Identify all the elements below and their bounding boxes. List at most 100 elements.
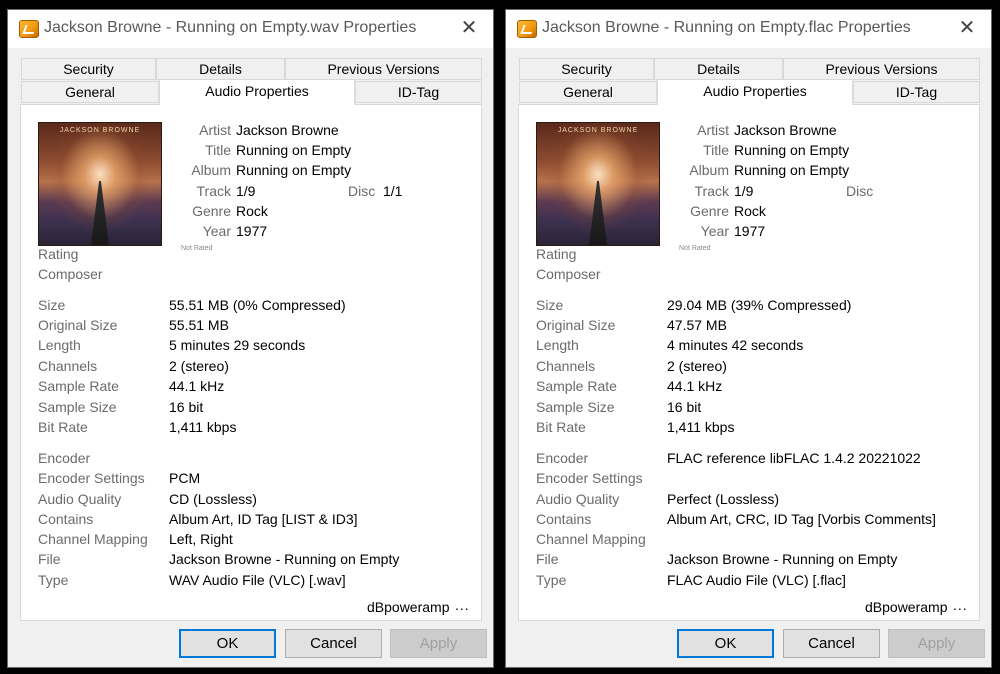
album-art-caption: JACKSON BROWNE — [59, 127, 141, 134]
window-title: Jackson Browne - Running on Empty.wav Pr… — [44, 19, 417, 36]
title-value: Running on Empty — [734, 142, 850, 158]
album-value: Running on Empty — [734, 162, 850, 178]
encoding-value: WAV Audio File (VLC) [.wav] — [169, 572, 346, 588]
tab-details[interactable]: Details — [654, 58, 783, 80]
rating-stars-not-rated[interactable]: Not Rated — [679, 245, 711, 252]
prop-label: Size — [38, 297, 66, 313]
encoding-value: PCM — [169, 470, 201, 486]
prop-label: Length — [38, 337, 81, 353]
encoding-label: Contains — [536, 511, 592, 527]
album-art-caption: JACKSON BROWNE — [557, 127, 639, 134]
composer-label: Composer — [38, 266, 103, 282]
title-label: Title — [205, 142, 231, 158]
tab-details[interactable]: Details — [156, 58, 285, 80]
prop-label: Channels — [536, 358, 596, 374]
prop-label: Sample Rate — [38, 378, 119, 394]
more-options-button[interactable]: ... — [953, 597, 968, 613]
album-label: Album — [689, 162, 729, 178]
cancel-button[interactable]: Cancel — [783, 629, 880, 658]
encoding-value: Jackson Browne - Running on Empty — [667, 551, 898, 567]
close-button[interactable]: ✕ — [457, 16, 481, 40]
disc-value: 1/1 — [383, 183, 403, 199]
title-bar[interactable]: Jackson Browne - Running on Empty.wav Pr… — [8, 10, 493, 48]
prop-label: Bit Rate — [536, 419, 586, 435]
encoding-value: FLAC reference libFLAC 1.4.2 20221022 — [667, 450, 921, 466]
prop-label: Size — [536, 297, 564, 313]
prop-label: Channels — [38, 358, 98, 374]
title-value: Running on Empty — [236, 142, 352, 158]
year-label: Year — [202, 223, 231, 239]
audio-properties-panel: JACKSON BROWNE Artist Jackson Browne Tit… — [20, 104, 482, 621]
year-value: 1977 — [734, 223, 766, 239]
prop-value: 2 (stereo) — [667, 358, 727, 374]
prop-value: 29.04 MB (39% Compressed) — [667, 297, 852, 313]
encoding-label: Contains — [38, 511, 94, 527]
tab-security[interactable]: Security — [21, 58, 156, 80]
track-label: Track — [694, 183, 729, 199]
apply-button[interactable]: Apply — [390, 629, 487, 658]
album-art: JACKSON BROWNE — [536, 122, 660, 246]
properties-dialog-wav: Jackson Browne - Running on Empty.wav Pr… — [7, 9, 494, 668]
properties-dialog-flac: Jackson Browne - Running on Empty.flac P… — [505, 9, 992, 668]
cancel-button[interactable]: Cancel — [285, 629, 382, 658]
encoding-value: FLAC Audio File (VLC) [.flac] — [667, 572, 846, 588]
dbpoweramp-link[interactable]: dBpoweramp — [865, 599, 948, 615]
tab-general[interactable]: General — [21, 81, 159, 103]
close-icon: ✕ — [460, 17, 478, 39]
prop-value: 5 minutes 29 seconds — [169, 337, 306, 353]
encoding-label: Encoder — [536, 450, 589, 466]
tab-general[interactable]: General — [519, 81, 657, 103]
prop-label: Original Size — [38, 317, 118, 333]
title-label: Title — [703, 142, 729, 158]
dbpoweramp-app-icon — [517, 20, 537, 38]
tab-audio-properties[interactable]: Audio Properties — [657, 79, 853, 105]
ok-button[interactable]: OK — [677, 629, 774, 658]
close-icon: ✕ — [958, 17, 976, 39]
album-label: Album — [191, 162, 231, 178]
encoding-label: Audio Quality — [536, 491, 620, 507]
rating-stars-not-rated[interactable]: Not Rated — [181, 245, 213, 252]
encoding-label: Channel Mapping — [38, 531, 148, 547]
encoding-label: Audio Quality — [38, 491, 122, 507]
apply-button[interactable]: Apply — [888, 629, 985, 658]
tab-previous-versions[interactable]: Previous Versions — [285, 58, 482, 80]
encoding-label: Type — [38, 572, 69, 588]
prop-label: Bit Rate — [38, 419, 88, 435]
year-value: 1977 — [236, 223, 268, 239]
track-value: 1/9 — [734, 183, 754, 199]
genre-label: Genre — [192, 203, 231, 219]
album-value: Running on Empty — [236, 162, 352, 178]
artist-label: Artist — [199, 122, 231, 138]
close-button[interactable]: ✕ — [955, 16, 979, 40]
prop-label: Sample Size — [38, 399, 117, 415]
encoding-value: Album Art, ID Tag [LIST & ID3] — [169, 511, 358, 527]
title-bar[interactable]: Jackson Browne - Running on Empty.flac P… — [506, 10, 991, 48]
prop-value: 55.51 MB (0% Compressed) — [169, 297, 346, 313]
album-art-road — [589, 181, 607, 245]
track-label: Track — [196, 183, 231, 199]
prop-label: Sample Rate — [536, 378, 617, 394]
encoding-label: Channel Mapping — [536, 531, 646, 547]
encoding-value: Album Art, CRC, ID Tag [Vorbis Comments] — [667, 511, 936, 527]
more-options-button[interactable]: ... — [455, 597, 470, 613]
tab-security[interactable]: Security — [519, 58, 654, 80]
window-title: Jackson Browne - Running on Empty.flac P… — [542, 19, 911, 36]
prop-label: Length — [536, 337, 579, 353]
dbpoweramp-link[interactable]: dBpoweramp — [367, 599, 450, 615]
artist-label: Artist — [697, 122, 729, 138]
prop-value: 1,411 kbps — [667, 419, 735, 435]
artist-value: Jackson Browne — [734, 122, 837, 138]
tab-id-tag[interactable]: ID-Tag — [355, 81, 482, 103]
genre-value: Rock — [236, 203, 268, 219]
tab-previous-versions[interactable]: Previous Versions — [783, 58, 980, 80]
album-art-road — [91, 181, 109, 245]
tab-audio-properties[interactable]: Audio Properties — [159, 79, 355, 105]
prop-value: 16 bit — [667, 399, 702, 415]
rating-label: Rating — [38, 246, 79, 262]
tab-id-tag[interactable]: ID-Tag — [853, 81, 980, 103]
encoding-value: Left, Right — [169, 531, 233, 547]
prop-label: Original Size — [536, 317, 616, 333]
prop-value: 2 (stereo) — [169, 358, 229, 374]
encoding-value: CD (Lossless) — [169, 491, 257, 507]
ok-button[interactable]: OK — [179, 629, 276, 658]
